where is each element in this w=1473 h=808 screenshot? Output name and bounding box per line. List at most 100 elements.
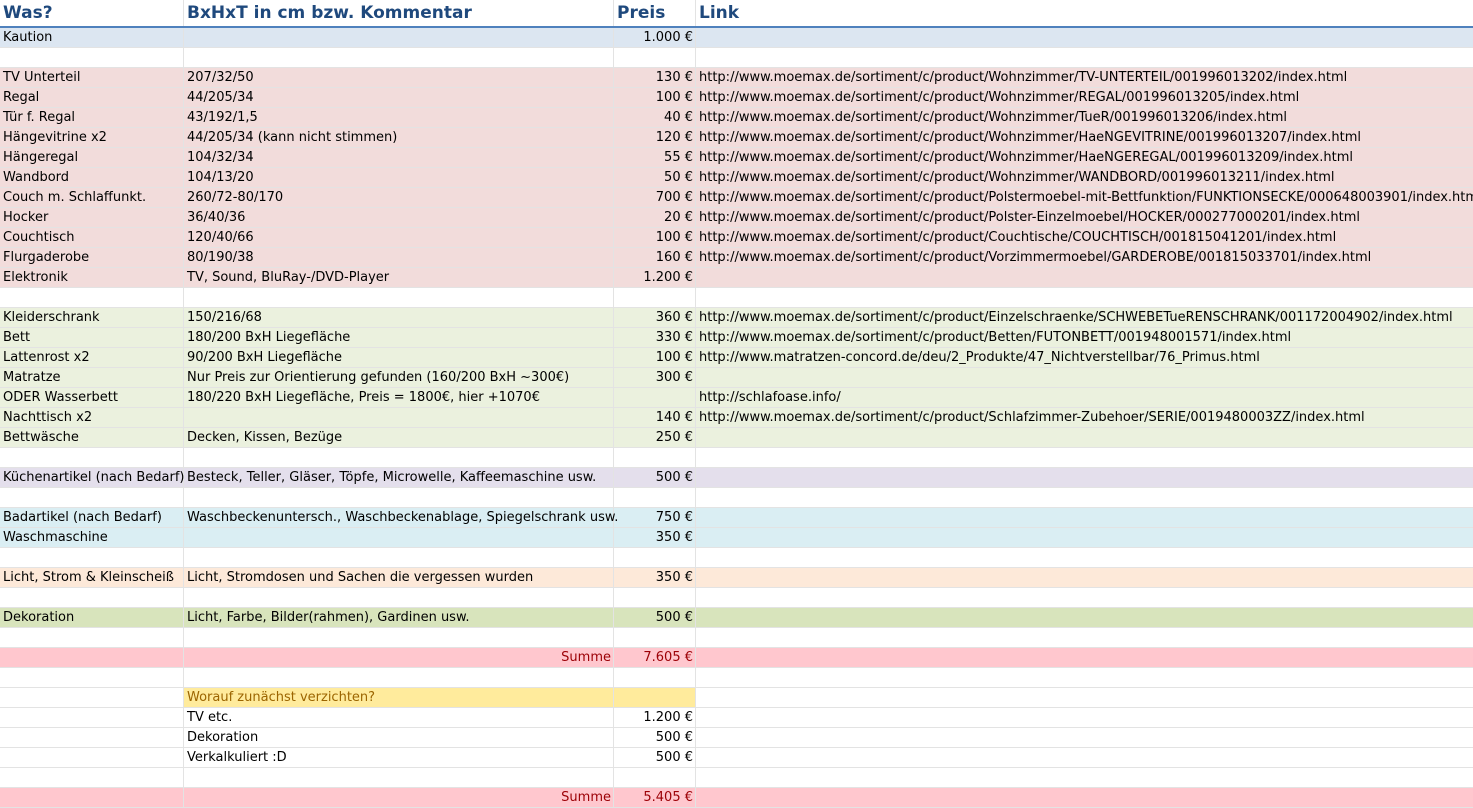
cell-comment[interactable]: Verkalkuliert :D bbox=[184, 748, 614, 767]
cell-comment[interactable] bbox=[184, 288, 614, 307]
cell-link[interactable] bbox=[696, 628, 699, 647]
cell-link[interactable] bbox=[696, 468, 699, 487]
cell-link[interactable] bbox=[696, 668, 699, 687]
cell-price[interactable]: 100 € bbox=[614, 228, 696, 247]
cell-comment[interactable]: 207/32/50 bbox=[184, 68, 614, 87]
cell-item[interactable]: Bettwäsche bbox=[0, 428, 184, 447]
cell-comment[interactable]: 180/220 BxH Liegefläche, Preis = 1800€, … bbox=[184, 388, 614, 407]
cell-comment[interactable]: Nur Preis zur Orientierung gefunden (160… bbox=[184, 368, 614, 387]
cell-price[interactable] bbox=[614, 628, 696, 647]
cell-comment[interactable]: 104/13/20 bbox=[184, 168, 614, 187]
cell-link[interactable]: http://www.moemax.de/sortiment/c/product… bbox=[696, 68, 1347, 87]
cell-price[interactable] bbox=[614, 588, 696, 607]
cell-item[interactable]: Dekoration bbox=[0, 608, 184, 627]
cell-link[interactable]: http://www.moemax.de/sortiment/c/product… bbox=[696, 408, 1365, 427]
cell-price[interactable] bbox=[614, 768, 696, 787]
cell-item[interactable]: Hängeregal bbox=[0, 148, 184, 167]
cell-comment[interactable]: Summe bbox=[184, 788, 614, 807]
cell-price[interactable]: 500 € bbox=[614, 748, 696, 767]
cell-item[interactable] bbox=[0, 48, 184, 67]
cell-comment[interactable]: Worauf zunächst verzichten? bbox=[184, 688, 614, 707]
cell-price[interactable] bbox=[614, 448, 696, 467]
cell-comment[interactable] bbox=[184, 48, 614, 67]
cell-comment[interactable]: 80/190/38 bbox=[184, 248, 614, 267]
cell-comment[interactable] bbox=[184, 548, 614, 567]
cell-price[interactable]: 1.200 € bbox=[614, 268, 696, 287]
cell-link[interactable]: http://www.moemax.de/sortiment/c/product… bbox=[696, 128, 1361, 147]
cell-link[interactable]: http://www.matratzen-concord.de/deu/2_Pr… bbox=[696, 348, 1260, 367]
cell-price[interactable]: 1.000 € bbox=[614, 28, 696, 47]
cell-item[interactable] bbox=[0, 788, 184, 807]
cell-comment[interactable]: 43/192/1,5 bbox=[184, 108, 614, 127]
cell-price[interactable] bbox=[614, 288, 696, 307]
cell-price[interactable]: 500 € bbox=[614, 468, 696, 487]
cell-item[interactable] bbox=[0, 488, 184, 507]
cell-comment[interactable]: 44/205/34 (kann nicht stimmen) bbox=[184, 128, 614, 147]
cell-link[interactable] bbox=[696, 688, 699, 707]
cell-comment[interactable]: Summe bbox=[184, 648, 614, 667]
cell-comment[interactable]: Besteck, Teller, Gläser, Töpfe, Microwel… bbox=[184, 468, 614, 487]
cell-item[interactable]: Waschmaschine bbox=[0, 528, 184, 547]
cell-item[interactable] bbox=[0, 768, 184, 787]
cell-item[interactable]: Küchenartikel (nach Bedarf) bbox=[0, 468, 185, 487]
cell-price[interactable]: 700 € bbox=[614, 188, 696, 207]
cell-item[interactable]: Tür f. Regal bbox=[0, 108, 184, 127]
cell-link[interactable] bbox=[696, 268, 699, 287]
cell-comment[interactable]: 120/40/66 bbox=[184, 228, 614, 247]
cell-item[interactable] bbox=[0, 668, 184, 687]
cell-comment[interactable]: Waschbeckenuntersch., Waschbeckenablage,… bbox=[184, 508, 618, 527]
cell-item[interactable] bbox=[0, 688, 184, 707]
cell-item[interactable]: Nachttisch x2 bbox=[0, 408, 184, 427]
cell-price[interactable]: 20 € bbox=[614, 208, 696, 227]
cell-price[interactable]: 140 € bbox=[614, 408, 696, 427]
cell-item[interactable] bbox=[0, 448, 184, 467]
cell-item[interactable] bbox=[0, 548, 184, 567]
cell-link[interactable] bbox=[696, 428, 699, 447]
cell-item[interactable]: Badartikel (nach Bedarf) bbox=[0, 508, 184, 527]
cell-price[interactable]: 100 € bbox=[614, 348, 696, 367]
cell-comment[interactable]: TV, Sound, BluRay-/DVD-Player bbox=[184, 268, 614, 287]
cell-link[interactable] bbox=[696, 588, 699, 607]
cell-link[interactable] bbox=[696, 48, 699, 67]
cell-price[interactable]: 350 € bbox=[614, 568, 696, 587]
cell-comment[interactable]: 180/200 BxH Liegefläche bbox=[184, 328, 614, 347]
cell-link[interactable]: http://www.moemax.de/sortiment/c/product… bbox=[696, 248, 1371, 267]
cell-item[interactable]: Couch m. Schlaffunkt. bbox=[0, 188, 184, 207]
cell-item[interactable]: Wandbord bbox=[0, 168, 184, 187]
cell-price[interactable]: 500 € bbox=[614, 608, 696, 627]
cell-price[interactable]: 360 € bbox=[614, 308, 696, 327]
cell-link[interactable] bbox=[696, 748, 699, 767]
cell-comment[interactable] bbox=[184, 408, 614, 427]
cell-price[interactable] bbox=[614, 48, 696, 67]
cell-comment[interactable] bbox=[184, 448, 614, 467]
cell-link[interactable]: http://www.moemax.de/sortiment/c/product… bbox=[696, 108, 1287, 127]
cell-link[interactable] bbox=[696, 768, 699, 787]
cell-price[interactable]: 300 € bbox=[614, 368, 696, 387]
cell-item[interactable] bbox=[0, 648, 184, 667]
cell-comment[interactable]: 44/205/34 bbox=[184, 88, 614, 107]
cell-link[interactable] bbox=[696, 528, 699, 547]
cell-link[interactable]: http://www.moemax.de/sortiment/c/product… bbox=[696, 328, 1291, 347]
cell-item[interactable]: Hängevitrine x2 bbox=[0, 128, 184, 147]
cell-price[interactable]: 100 € bbox=[614, 88, 696, 107]
cell-comment[interactable]: Licht, Farbe, Bilder(rahmen), Gardinen u… bbox=[184, 608, 614, 627]
cell-link[interactable] bbox=[696, 288, 699, 307]
cell-link[interactable]: http://www.moemax.de/sortiment/c/product… bbox=[696, 228, 1336, 247]
cell-item[interactable]: Matratze bbox=[0, 368, 184, 387]
header-what[interactable]: Was? bbox=[0, 0, 184, 26]
cell-price[interactable]: 350 € bbox=[614, 528, 696, 547]
cell-link[interactable]: http://www.moemax.de/sortiment/c/product… bbox=[696, 88, 1299, 107]
cell-price[interactable] bbox=[614, 488, 696, 507]
cell-price[interactable]: 160 € bbox=[614, 248, 696, 267]
cell-link[interactable] bbox=[696, 568, 699, 587]
cell-item[interactable]: Couchtisch bbox=[0, 228, 184, 247]
cell-item[interactable]: ODER Wasserbett bbox=[0, 388, 184, 407]
cell-link[interactable] bbox=[696, 708, 699, 727]
cell-item[interactable]: Lattenrost x2 bbox=[0, 348, 184, 367]
cell-price[interactable]: 120 € bbox=[614, 128, 696, 147]
cell-price[interactable]: 750 € bbox=[614, 508, 696, 527]
cell-comment[interactable] bbox=[184, 628, 614, 647]
cell-item[interactable] bbox=[0, 288, 184, 307]
cell-link[interactable] bbox=[696, 788, 699, 807]
cell-item[interactable]: Regal bbox=[0, 88, 184, 107]
